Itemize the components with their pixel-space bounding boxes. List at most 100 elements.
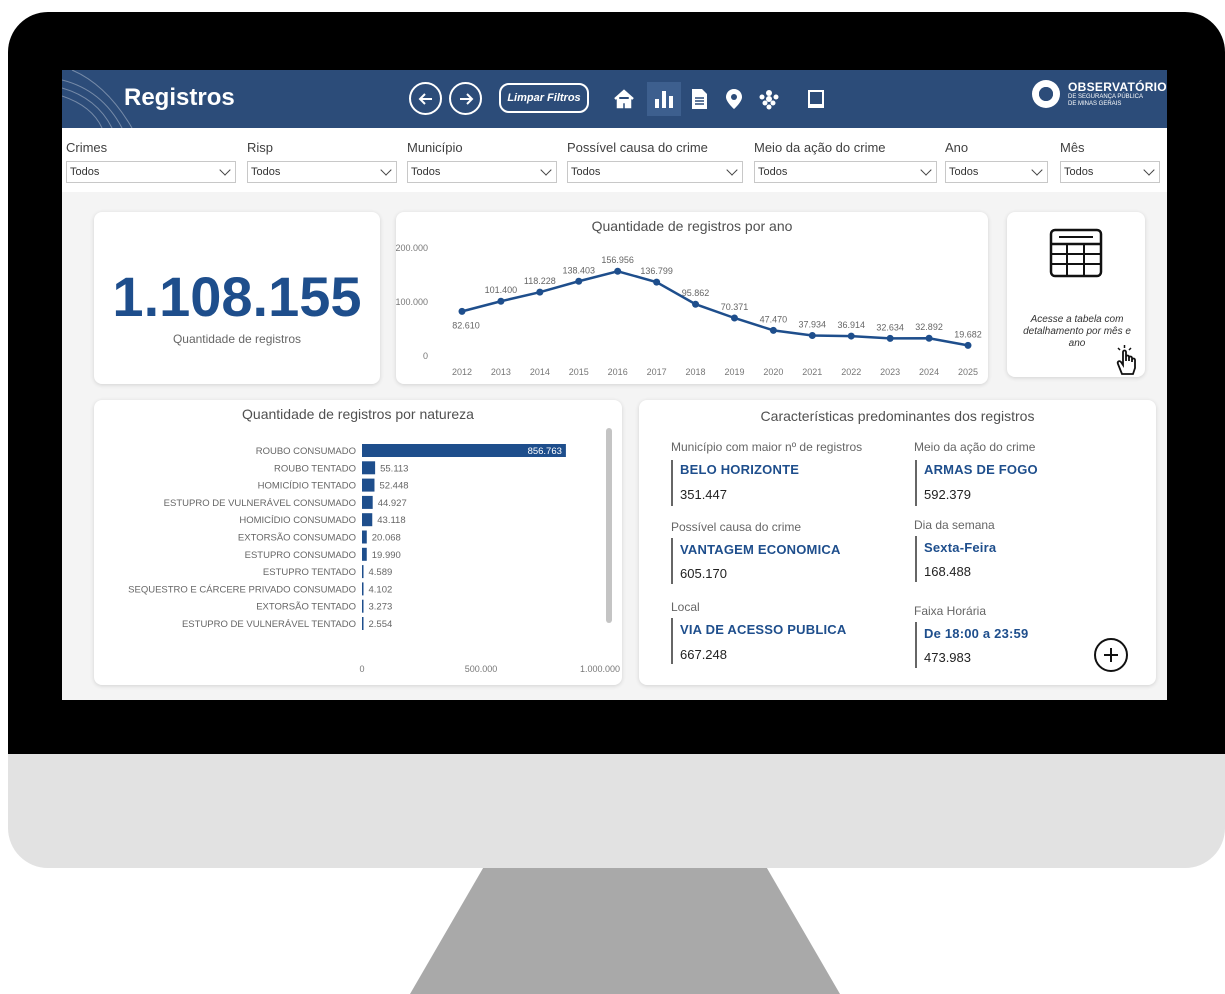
local-value: VIA DE ACESSO PUBLICA: [680, 622, 847, 637]
chevron-down-icon: [1031, 164, 1043, 176]
data-point: [653, 278, 661, 286]
data-label: 4.589: [369, 567, 393, 578]
category-label: ESTUPRO DE VULNERÁVEL CONSUMADO: [164, 498, 356, 509]
filter-label: Possível causa do crime: [567, 140, 708, 155]
bar: [362, 461, 376, 475]
data-label: 43.118: [377, 515, 405, 526]
characteristics-title: Características predominantes dos regist…: [760, 408, 1035, 424]
map-pin-icon[interactable]: [717, 82, 751, 116]
data-label: 95.862: [682, 288, 710, 298]
y-tick-label: 100.000: [396, 297, 428, 307]
x-tick-label: 2021: [802, 367, 822, 377]
data-point: [730, 314, 738, 322]
data-label: 19.990: [372, 550, 401, 561]
faixa-value: De 18:00 a 23:59: [924, 626, 1029, 641]
data-label: 4.102: [369, 584, 393, 595]
filter-risp: Risp Todos: [247, 140, 397, 183]
x-tick-label: 0: [359, 664, 364, 674]
bar: [362, 547, 367, 561]
meio-acao-select[interactable]: Todos: [754, 161, 937, 183]
people-icon[interactable]: [752, 82, 786, 116]
data-label: 3.273: [369, 602, 393, 613]
data-point: [536, 288, 544, 296]
kpi-value: 1.108.155: [112, 265, 362, 328]
detail-table-card[interactable]: Acesse a tabela com detalhamento por mês…: [1007, 212, 1145, 377]
category-label: ESTUPRO DE VULNERÁVEL TENTADO: [182, 619, 356, 630]
filter-label: Meio da ação do crime: [754, 140, 886, 155]
select-value: Todos: [571, 166, 601, 178]
bar: [362, 478, 375, 492]
meio-value: ARMAS DE FOGO: [924, 462, 1038, 477]
filter-municipio: Município Todos: [407, 140, 557, 183]
risp-select[interactable]: Todos: [247, 161, 397, 183]
x-tick-label: 500.000: [465, 664, 498, 674]
bar: [362, 565, 364, 579]
mes-select[interactable]: Todos: [1060, 161, 1160, 183]
data-label: 156.956: [601, 255, 634, 265]
data-label: 136.799: [640, 266, 673, 276]
home-icon[interactable]: [607, 82, 641, 116]
x-tick-label: 2016: [608, 367, 628, 377]
category-label: SEQUESTRO E CÁRCERE PRIVADO CONSUMADO: [128, 584, 356, 595]
data-label: 37.934: [799, 320, 827, 330]
select-value: Todos: [1064, 166, 1094, 178]
data-point: [614, 267, 622, 275]
data-label: 52.448: [379, 481, 408, 492]
filter-meio-acao: Meio da ação do crime Todos: [754, 140, 937, 183]
bar: [362, 530, 367, 544]
x-tick-label: 2019: [724, 367, 744, 377]
accent-bar: [915, 622, 917, 668]
brand-name: OBSERVATÓRIO: [1068, 80, 1167, 94]
possivel-causa-select[interactable]: Todos: [567, 161, 743, 183]
municipio-select[interactable]: Todos: [407, 161, 557, 183]
page-title: Registros: [124, 84, 235, 111]
data-label: 101.400: [485, 285, 518, 295]
monitor-chin: [8, 754, 1225, 868]
bar: [362, 513, 373, 527]
causa-label: Possível causa do crime: [671, 520, 802, 534]
top-bar: Registros Limpar Filtros OBSERVATÓRIO DE…: [62, 70, 1167, 128]
bar-chart: ROUBO CONSUMADO 856.763 ROUBO TENTADO 55.11…: [128, 444, 620, 674]
chevron-down-icon: [219, 164, 231, 176]
data-label: 47.470: [760, 314, 788, 324]
x-tick-label: 2024: [919, 367, 939, 377]
meio-label: Meio da ação do crime: [914, 440, 1036, 454]
filter-label: Mês: [1060, 140, 1085, 155]
expand-plus-button[interactable]: [1094, 638, 1128, 672]
category-label: EXTORSÃO CONSUMADO: [238, 533, 356, 544]
municipio-label: Município com maior nº de registros: [671, 440, 863, 454]
local-count: 667.248: [680, 647, 727, 662]
bar: [362, 617, 364, 630]
dia-value: Sexta-Feira: [924, 540, 997, 555]
ano-select[interactable]: Todos: [945, 161, 1048, 183]
data-label: 32.892: [915, 322, 943, 332]
book-icon[interactable]: [799, 82, 833, 116]
x-tick-label: 2017: [647, 367, 667, 377]
category-label: ESTUPRO TENTADO: [263, 567, 356, 578]
accent-bar: [915, 460, 917, 506]
x-tick-label: 2022: [841, 367, 861, 377]
select-value: Todos: [949, 166, 979, 178]
x-tick-label: 2013: [491, 367, 511, 377]
clear-filters-button[interactable]: Limpar Filtros: [499, 83, 589, 113]
bar-chart-icon[interactable]: [647, 82, 681, 116]
category-label: ROUBO TENTADO: [274, 463, 356, 474]
brand-sub-1: DE SEGURANÇA PÚBLICA: [1068, 94, 1144, 100]
arrow-right-icon[interactable]: [449, 82, 482, 115]
filter-bar: Crimes Todos Risp Todos Município Todos …: [62, 128, 1167, 192]
data-label: 20.068: [372, 533, 401, 544]
chevron-down-icon: [726, 164, 738, 176]
chevron-down-icon: [920, 164, 932, 176]
municipio-value: BELO HORIZONTE: [680, 462, 800, 477]
scrollbar[interactable]: [606, 428, 612, 623]
select-value: Todos: [411, 166, 441, 178]
arrow-left-icon[interactable]: [409, 82, 442, 115]
document-icon[interactable]: [682, 82, 716, 116]
select-value: Todos: [70, 166, 100, 178]
data-point: [458, 307, 466, 315]
accent-bar: [671, 538, 673, 584]
data-label: 44.927: [378, 498, 407, 509]
dashboard-screen: Registros Limpar Filtros OBSERVATÓRIO DE…: [62, 70, 1167, 700]
filter-crimes: Crimes Todos: [66, 140, 236, 183]
crimes-select[interactable]: Todos: [66, 161, 236, 183]
